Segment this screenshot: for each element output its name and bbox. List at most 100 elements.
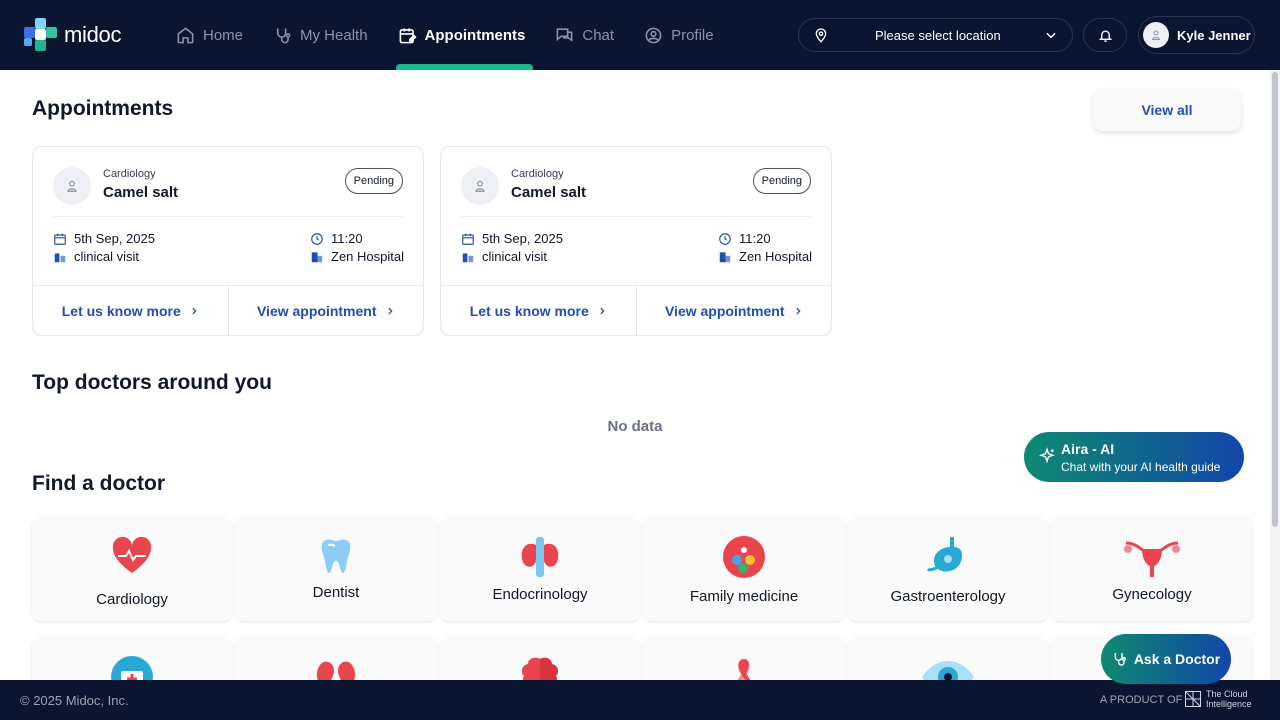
appointment-card: Cardiology Camel salt Pending 5th Sep, 2… <box>32 146 424 336</box>
view-appointment-link[interactable]: View appointment <box>227 286 424 335</box>
hospital-text: Zen Hospital <box>739 249 812 264</box>
hospital-icon <box>719 251 731 262</box>
chevron-right-icon <box>600 307 605 314</box>
card-divider <box>461 216 811 217</box>
visit-type-text: clinical visit <box>74 249 140 264</box>
appointment-card: Cardiology Camel salt Pending 5th Sep, 2… <box>440 146 832 336</box>
doctor-avatar <box>461 167 499 205</box>
speciality-family-medicine[interactable]: Family medicine <box>644 517 844 621</box>
thyroid-icon <box>440 535 640 579</box>
sparkle-icon <box>1038 447 1056 464</box>
speciality-gastroenterology[interactable]: Gastroenterology <box>848 517 1048 621</box>
view-appointment-link[interactable]: View appointment <box>635 286 832 335</box>
cloud-intelligence-logo-icon <box>1184 690 1202 708</box>
let-us-know-more-link[interactable]: Let us know more <box>441 286 636 335</box>
nav-home[interactable]: Home <box>176 0 243 70</box>
speciality-label: Gastroenterology <box>890 588 1006 605</box>
aira-subtitle: Chat with your AI health guide <box>1061 460 1221 474</box>
scrollbar-thumb[interactable] <box>1272 72 1278 527</box>
speciality-endocrinology[interactable]: Endocrinology <box>440 517 640 621</box>
time-text: 11:20 <box>331 231 363 246</box>
doctor-avatar <box>53 167 91 205</box>
speciality-dentist[interactable]: Dentist <box>236 517 436 621</box>
aira-ai-chat-button[interactable]: Aira - AI Chat with your AI health guide <box>1024 432 1244 482</box>
bell-icon <box>1098 29 1112 42</box>
speciality-label: Dentist <box>312 584 360 601</box>
location-pin-icon <box>815 28 827 43</box>
nav-chat[interactable]: Chat <box>555 0 614 70</box>
speciality-label: Endocrinology <box>492 586 588 603</box>
family-icon <box>644 535 844 579</box>
time-text: 11:20 <box>739 231 771 246</box>
nav-my-health[interactable]: My Health <box>273 0 368 70</box>
chevron-right-icon <box>795 307 801 314</box>
building-icon <box>54 253 66 262</box>
user-icon <box>1151 30 1161 40</box>
calendar-icon <box>54 233 66 245</box>
aira-title: Aira - AI <box>1061 441 1115 457</box>
nav-my-health-label: My Health <box>300 26 368 44</box>
user-icon <box>475 180 485 192</box>
card-footer: Let us know more View appointment <box>441 285 831 335</box>
chevron-right-icon <box>387 307 393 314</box>
user-icon <box>67 180 77 192</box>
appointment-time: 11:20 <box>718 231 771 246</box>
hospital-text: Zen Hospital <box>331 249 404 264</box>
user-name: Kyle Jenner <box>1177 27 1251 43</box>
footer-bar: © 2025 Midoc, Inc. A PRODUCT OF The Clou… <box>0 680 1280 720</box>
speciality-label: Cardiology <box>96 591 168 608</box>
logo-mark-icon <box>24 18 58 52</box>
speciality-gynecology[interactable]: Gynecology <box>1052 517 1252 621</box>
doctor-name: Camel salt <box>511 184 587 201</box>
product-of-text: A PRODUCT OF <box>1100 694 1183 706</box>
date-text: 5th Sep, 2025 <box>482 231 563 246</box>
company-logo: The Cloud Intelligence <box>1184 689 1252 709</box>
home-icon <box>177 26 194 43</box>
nav-home-label: Home <box>203 26 244 44</box>
chevron-right-icon <box>192 307 197 314</box>
visit-type: clinical visit <box>461 249 547 264</box>
notifications-button[interactable] <box>1083 18 1127 52</box>
doctor-speciality: Cardiology <box>103 168 156 180</box>
top-doctors-title: Top doctors around you <box>32 371 272 394</box>
nav-profile-label: Profile <box>671 26 714 44</box>
status-badge: Pending <box>752 168 811 194</box>
visit-type-text: clinical visit <box>482 249 548 264</box>
view-all-button[interactable]: View all <box>1093 89 1241 131</box>
let-us-know-more-label: Let us know more <box>469 302 589 319</box>
brand-name: midoc <box>64 22 122 47</box>
appointments-title: Appointments <box>32 97 174 120</box>
calendar-edit-icon <box>399 27 417 43</box>
clock-icon <box>719 232 731 245</box>
tooth-icon <box>236 535 436 579</box>
find-doctor-title: Find a doctor <box>32 472 165 495</box>
location-selector[interactable]: Please select location <box>798 18 1073 52</box>
speciality-cardiology[interactable]: Cardiology <box>32 517 232 621</box>
let-us-know-more-label: Let us know more <box>61 302 181 319</box>
heart-icon <box>32 535 232 579</box>
appointment-date: 5th Sep, 2025 <box>53 231 155 246</box>
appointment-date: 5th Sep, 2025 <box>461 231 563 246</box>
building-icon <box>462 253 474 262</box>
speciality-label: Family medicine <box>689 588 799 605</box>
midoc-logo[interactable]: midoc <box>24 18 121 52</box>
location-placeholder: Please select location <box>875 28 1001 43</box>
ask-a-doctor-button[interactable]: Ask a Doctor <box>1101 634 1231 684</box>
view-appointment-label: View appointment <box>256 302 377 319</box>
appointment-time: 11:20 <box>310 231 363 246</box>
nav-appointments[interactable]: Appointments <box>395 0 534 70</box>
view-appointment-label: View appointment <box>664 302 785 319</box>
let-us-know-more-link[interactable]: Let us know more <box>33 286 228 335</box>
date-text: 5th Sep, 2025 <box>74 231 155 246</box>
uterus-icon <box>1052 535 1252 579</box>
visit-type: clinical visit <box>53 249 139 264</box>
stethoscope-icon <box>276 27 291 43</box>
hospital-icon <box>311 251 323 262</box>
clock-icon <box>311 232 323 245</box>
hospital: Zen Hospital <box>718 249 812 264</box>
stethoscope-icon <box>1114 653 1126 666</box>
main-nav: Home My Health Appointments Chat Profile <box>176 0 744 70</box>
user-menu[interactable]: Kyle Jenner <box>1138 16 1255 54</box>
company-name-line1: The Cloud <box>1206 689 1248 699</box>
nav-profile[interactable]: Profile <box>644 0 714 70</box>
